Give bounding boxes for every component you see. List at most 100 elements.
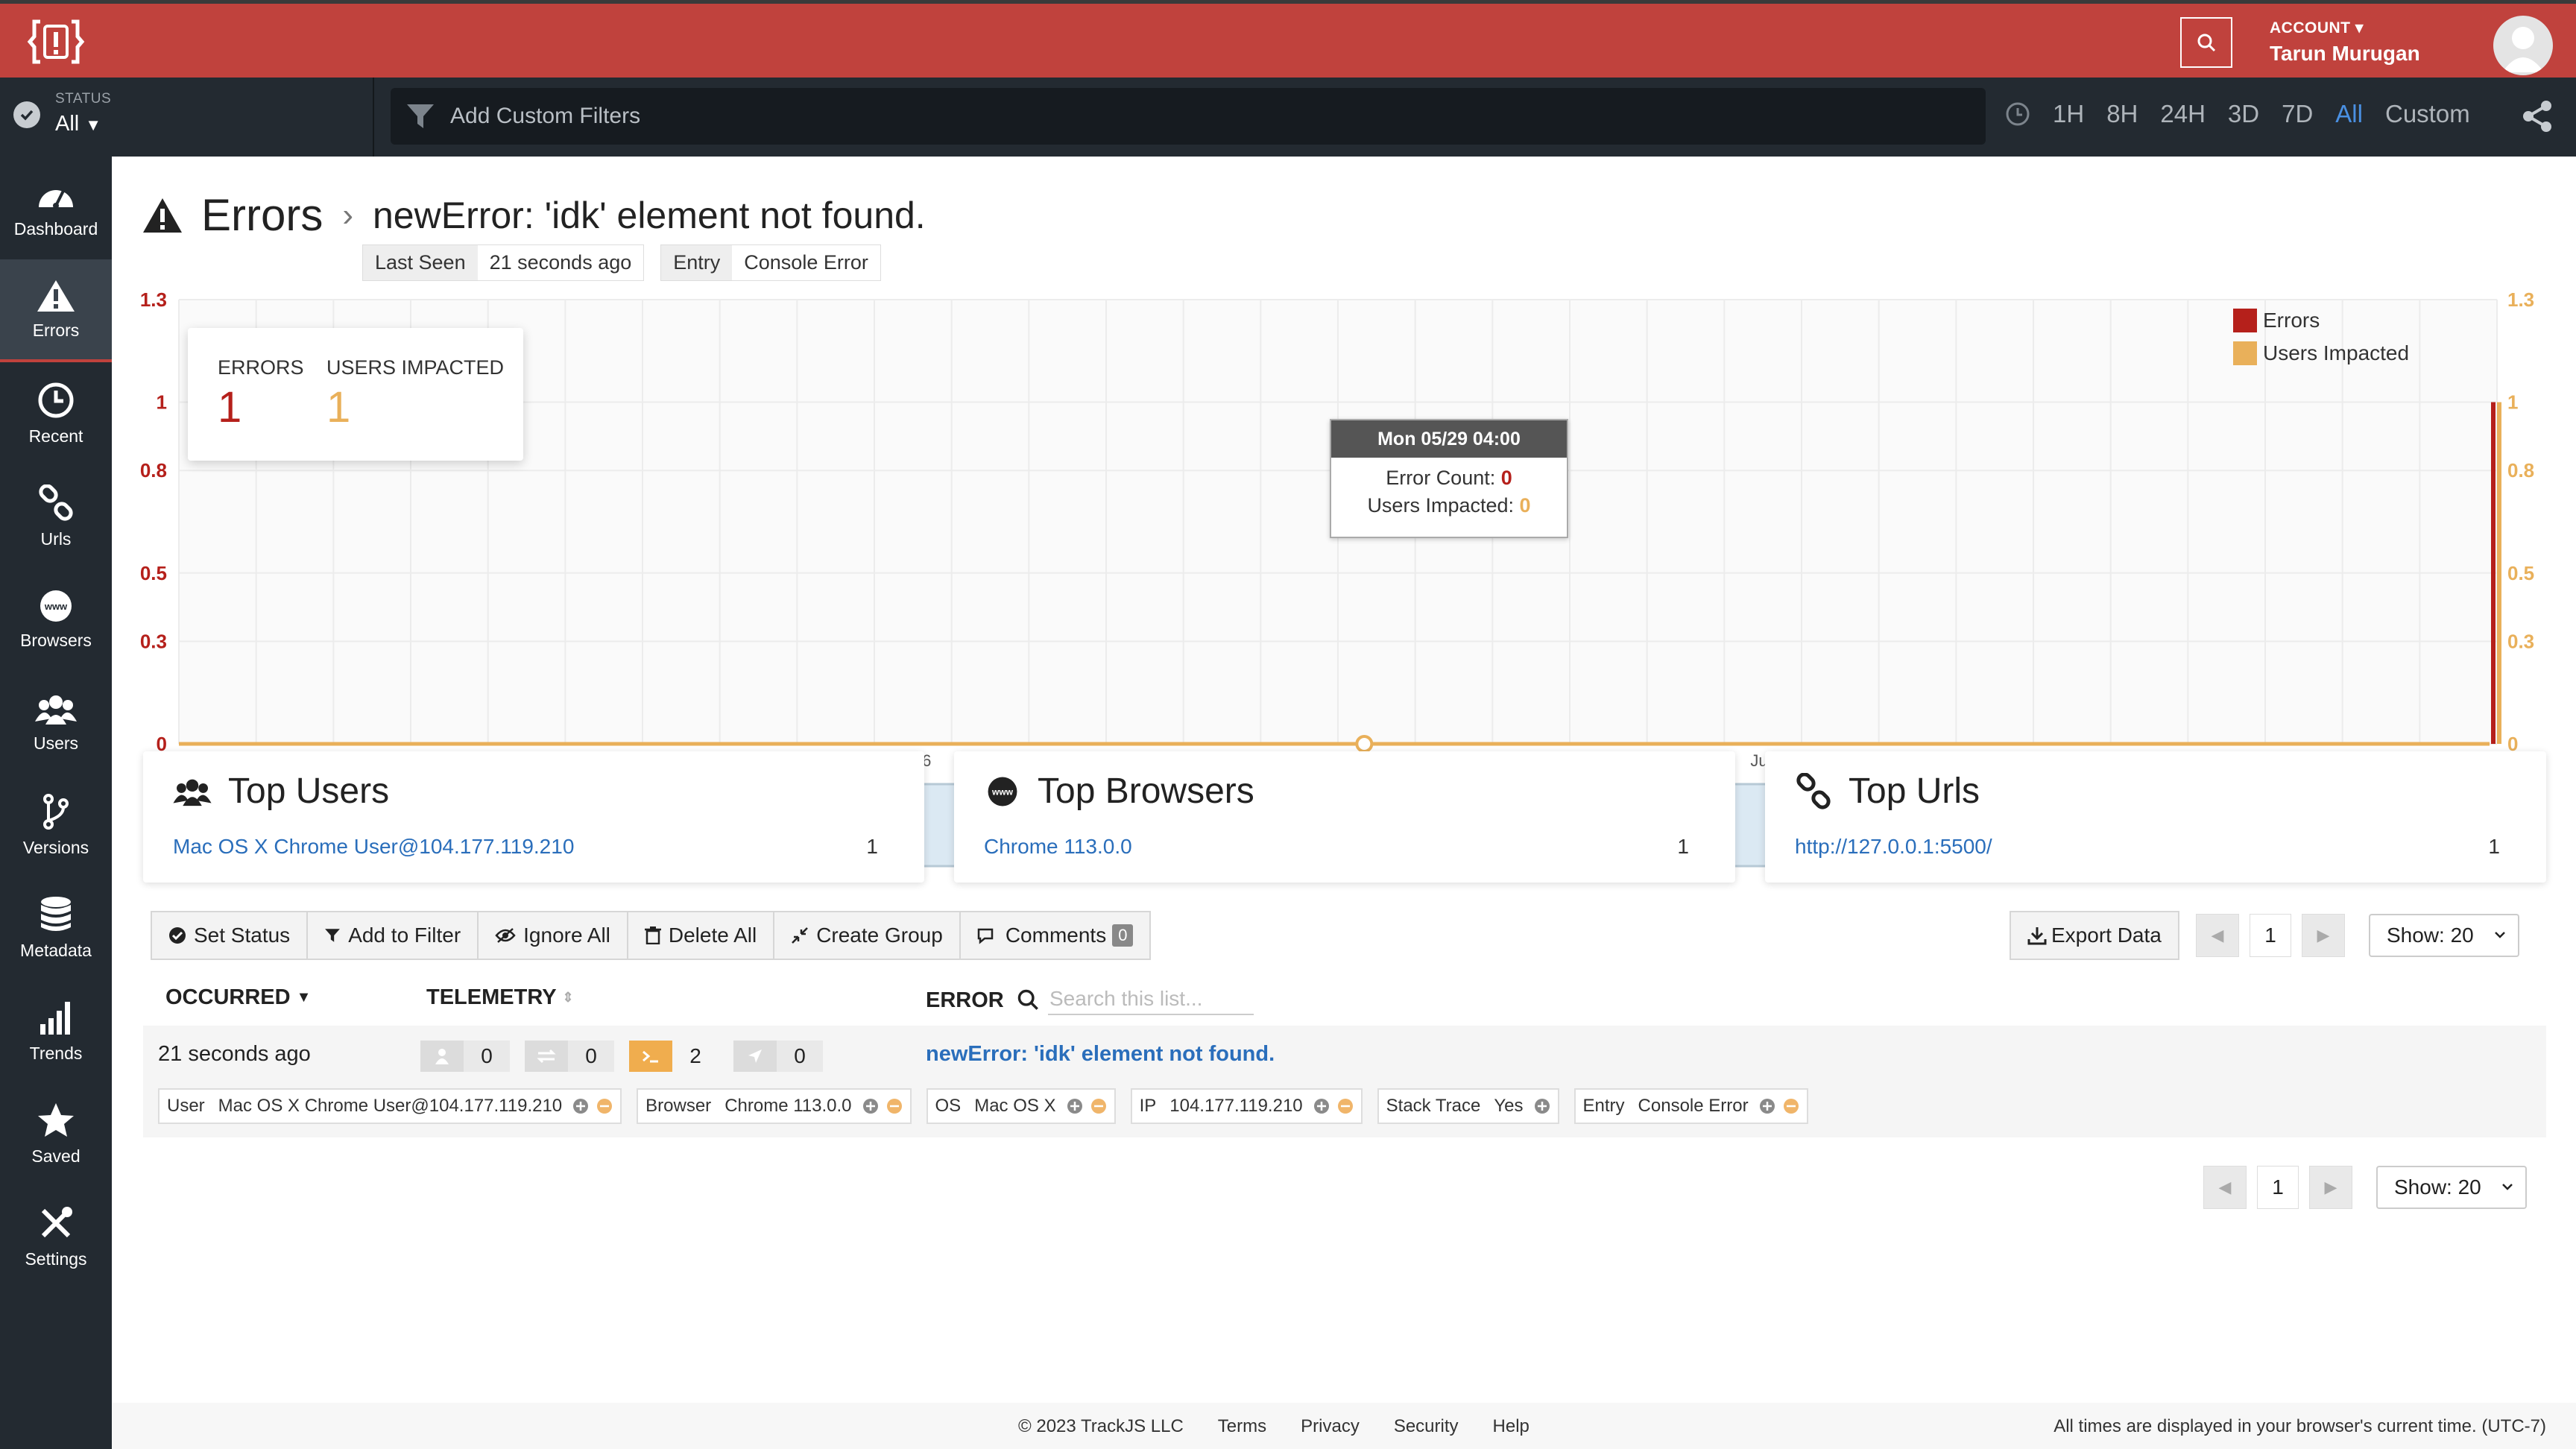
meta-tag-ip: IP 104.177.119.210: [1130, 1088, 1363, 1124]
sidebar-item-errors[interactable]: Errors: [0, 259, 112, 362]
legend-swatch: [2233, 341, 2257, 365]
comments-button[interactable]: Comments 0: [961, 912, 1150, 959]
chevron-down-icon: ▾: [2355, 19, 2364, 37]
delete-all-button[interactable]: Delete All: [628, 912, 775, 959]
footer-copyright: © 2023 TrackJS LLC: [1018, 1416, 1184, 1436]
share-icon: [2523, 101, 2551, 132]
prev-page-button[interactable]: ◀: [2203, 1166, 2247, 1209]
top-browser-link[interactable]: Chrome 113.0.0: [984, 835, 1132, 859]
footer-link-privacy[interactable]: Privacy: [1301, 1416, 1360, 1437]
plus-circle-icon[interactable]: [1534, 1098, 1550, 1114]
top-user-link[interactable]: Mac OS X Chrome User@104.177.119.210: [173, 835, 574, 859]
pagination-bottom: ◀ 1 ▶ Show: 20: [2203, 1166, 2527, 1209]
prev-page-button[interactable]: ◀: [2196, 914, 2239, 957]
range-all[interactable]: All: [2335, 100, 2363, 128]
trackjs-logo-icon[interactable]: [27, 16, 85, 68]
minus-circle-icon[interactable]: [596, 1098, 613, 1114]
range-1h[interactable]: 1H: [2053, 100, 2084, 128]
meta-value: Chrome 113.0.0: [724, 1096, 852, 1116]
col-telemetry-header[interactable]: TELEMETRY ⇕: [426, 985, 574, 1010]
plus-circle-icon[interactable]: [1313, 1098, 1330, 1114]
current-page[interactable]: 1: [2250, 914, 2291, 957]
sidebar-item-versions[interactable]: Versions: [0, 774, 112, 877]
chevron-down-icon: [2502, 1184, 2513, 1190]
main-content: Errors › newError: 'idk' element not fou…: [112, 157, 2576, 1449]
page-size-select[interactable]: Show: 20: [2376, 1166, 2527, 1209]
time-range-selector: 1H 8H 24H 3D 7D All Custom: [2005, 100, 2470, 128]
plus-circle-icon[interactable]: [1067, 1098, 1083, 1114]
svg-text:www: www: [991, 786, 1014, 797]
funnel-icon: [325, 929, 341, 942]
next-page-button[interactable]: ▶: [2309, 1166, 2352, 1209]
plus-circle-icon[interactable]: [1759, 1098, 1775, 1114]
sidebar-item-users[interactable]: Users: [0, 671, 112, 774]
y-tick-label-left: 1.3: [140, 288, 167, 311]
sort-icon: ⇕: [562, 990, 574, 1005]
plus-circle-icon[interactable]: [862, 1098, 879, 1114]
clock-icon: [38, 382, 74, 417]
errors-value: 1: [218, 383, 242, 432]
avatar[interactable]: [2493, 16, 2553, 75]
top-url-link[interactable]: http://127.0.0.1:5500/: [1795, 835, 1992, 859]
sidebar-item-browsers[interactable]: www Browsers: [0, 568, 112, 671]
chart-tooltip: Mon 05/29 04:00 Error Count: 0 Users Imp…: [1330, 419, 1568, 538]
range-custom[interactable]: Custom: [2385, 100, 2470, 128]
sidebar-item-label: Versions: [22, 837, 89, 857]
range-3d[interactable]: 3D: [2228, 100, 2259, 128]
error-tags: Last Seen 21 seconds ago Entry Console E…: [362, 244, 881, 281]
sidebar-item-recent[interactable]: Recent: [0, 362, 112, 465]
minus-circle-icon[interactable]: [1090, 1098, 1107, 1114]
share-button[interactable]: [2519, 98, 2555, 138]
minus-circle-icon[interactable]: [1337, 1098, 1354, 1114]
sidebar-item-trends[interactable]: Trends: [0, 979, 112, 1082]
tag-entry: Entry Console Error: [660, 244, 881, 281]
meta-value: Yes: [1494, 1096, 1524, 1116]
top-bar: ACCOUNT ▾ Tarun Murugan: [0, 0, 2576, 78]
legend-item-errors[interactable]: Errors: [2233, 309, 2409, 332]
breadcrumb-errors[interactable]: Errors: [201, 189, 323, 241]
table-row[interactable]: 21 seconds ago 0 0 2 0 newError: 'idk' e…: [143, 1026, 2546, 1137]
add-to-filter-button[interactable]: Add to Filter: [308, 912, 479, 959]
footer-link-security[interactable]: Security: [1394, 1416, 1459, 1437]
star-icon: [38, 1102, 74, 1137]
sidebar-item-urls[interactable]: Urls: [0, 465, 112, 568]
custom-filter-input[interactable]: Add Custom Filters: [391, 88, 1986, 145]
row-error-link[interactable]: newError: 'idk' element not found.: [926, 1042, 1275, 1067]
export-data-button[interactable]: Export Data: [2010, 911, 2179, 960]
sidebar-item-saved[interactable]: Saved: [0, 1082, 112, 1185]
current-page[interactable]: 1: [2257, 1166, 2299, 1209]
bar-errors: [2491, 402, 2496, 744]
page-size-select[interactable]: Show: 20: [2369, 914, 2519, 957]
search-button[interactable]: [2180, 17, 2232, 68]
col-occurred-label: OCCURRED: [165, 985, 291, 1009]
col-occurred-header[interactable]: OCCURRED ▼: [165, 985, 311, 1010]
footer-link-help[interactable]: Help: [1493, 1416, 1530, 1437]
set-status-label: Set Status: [194, 924, 291, 947]
legend-swatch: [2233, 309, 2257, 332]
plus-circle-icon[interactable]: [572, 1098, 589, 1114]
sort-desc-icon: ▼: [296, 989, 312, 1006]
next-page-button[interactable]: ▶: [2302, 914, 2345, 957]
range-7d[interactable]: 7D: [2282, 100, 2313, 128]
location-arrow-icon: [733, 1041, 777, 1072]
set-status-button[interactable]: Set Status: [152, 912, 309, 959]
account-menu[interactable]: ACCOUNT ▾ Tarun Murugan: [2270, 19, 2420, 66]
minus-circle-icon[interactable]: [1783, 1098, 1799, 1114]
users-impacted-label: USERS IMPACTED: [326, 356, 505, 379]
bulk-actions-toolbar: Set Status Add to Filter Ignore All Dele…: [151, 911, 1152, 960]
ignore-all-button[interactable]: Ignore All: [479, 912, 628, 959]
sidebar-item-settings[interactable]: Settings: [0, 1185, 112, 1288]
footer-link-terms[interactable]: Terms: [1218, 1416, 1266, 1437]
sidebar-item-metadata[interactable]: Metadata: [0, 877, 112, 979]
chart-legend: Errors Users Impacted: [2233, 309, 2409, 374]
add-to-filter-label: Add to Filter: [348, 924, 461, 947]
legend-item-users[interactable]: Users Impacted: [2233, 341, 2409, 365]
list-search-input[interactable]: [1048, 984, 1254, 1015]
create-group-button[interactable]: Create Group: [774, 912, 961, 959]
minus-circle-icon[interactable]: [886, 1098, 903, 1114]
sidebar-item-dashboard[interactable]: Dashboard: [0, 157, 112, 259]
status-selector[interactable]: STATUS All ▼: [0, 78, 374, 157]
meta-tag-user: User Mac OS X Chrome User@104.177.119.21…: [158, 1088, 622, 1124]
range-8h[interactable]: 8H: [2106, 100, 2138, 128]
range-24h[interactable]: 24H: [2160, 100, 2206, 128]
